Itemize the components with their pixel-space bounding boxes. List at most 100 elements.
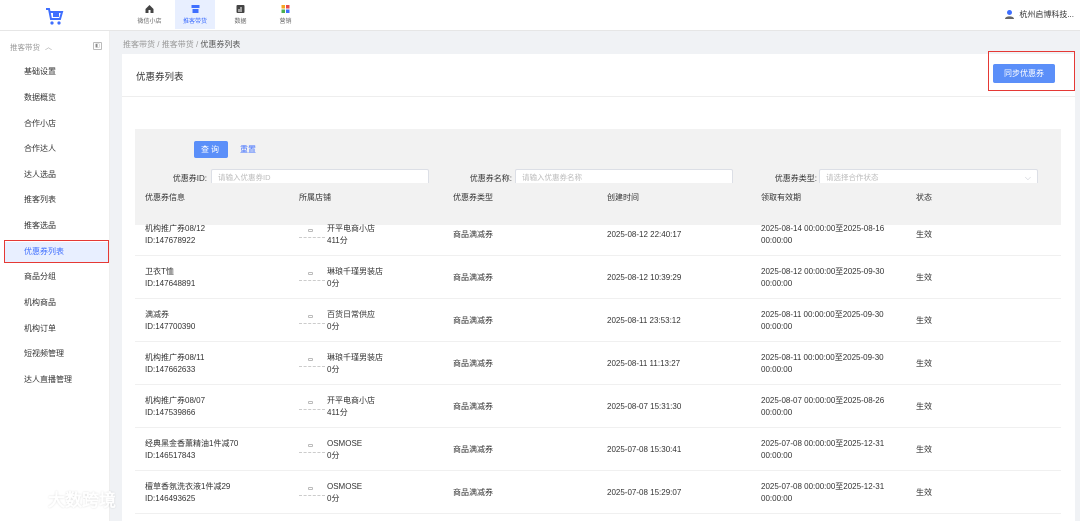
sidebar-item-coupon-list[interactable]: 优惠券列表 — [4, 242, 108, 262]
watermark-logo-icon — [10, 489, 42, 508]
column-header-status: 状态 — [916, 193, 932, 202]
status-text: 生效 — [916, 445, 932, 454]
watermark-text: 大数跨境 — [48, 491, 116, 510]
validity-range: 2025-08-11 00:00:00至2025-09-30 — [761, 310, 884, 319]
coupon-id: ID:147648891 — [145, 279, 196, 288]
coupon-name: 机构推广券08/07 — [145, 396, 206, 405]
validity-range-end: 00:00:00 — [761, 236, 793, 245]
coupon-id: ID:146517843 — [145, 451, 196, 460]
apps-icon — [281, 5, 290, 13]
status-text: 生效 — [916, 230, 932, 239]
shop-name: 琳琅千瑾男装店 — [327, 353, 383, 362]
shop-score: 0分 — [327, 494, 340, 503]
sidebar-item-partner-stores[interactable]: 合作小店 — [0, 114, 109, 134]
main-card: 优惠券列表 同步优惠券 优惠券ID: 请输入优惠券ID 优惠券名称: 请输入优惠… — [122, 54, 1075, 521]
breadcrumb: 推客带货 / 推客带货 / 优惠券列表 — [123, 39, 240, 50]
user-name: 杭州启博科技... — [1019, 10, 1074, 19]
query-button[interactable]: 查询 — [194, 141, 228, 158]
sidebar-group-header[interactable]: 推客带货 ︿ ◧ — [10, 41, 102, 53]
top-bar: 微信小店 推客带货 数据 营销 杭州启博科技... — [0, 0, 1080, 31]
shop-logo — [299, 265, 325, 289]
coupon-type-placeholder: 请选择合作状态 — [826, 173, 879, 182]
validity-range: 2025-08-11 00:00:00至2025-09-30 — [761, 353, 884, 362]
collapse-sidebar-icon[interactable]: ◧ — [93, 42, 102, 50]
coupon-type: 商品满减券 — [453, 402, 493, 411]
table-header: 优惠券信息 所属店铺 优惠券类型 创建时间 领取有效期 状态 — [135, 183, 1061, 212]
shop-logo — [299, 308, 325, 332]
sidebar-item-promoter-selection[interactable]: 推客选品 — [0, 216, 109, 236]
shop-logo — [299, 480, 325, 504]
chevron-up-icon: ︿ — [45, 44, 52, 51]
validity-range: 2025-08-07 00:00:00至2025-08-26 — [761, 396, 885, 405]
sidebar-item-partner-influencers[interactable]: 合作达人 — [0, 139, 109, 159]
column-header-validity: 领取有效期 — [761, 193, 801, 202]
breadcrumb-item[interactable]: 推客带货 — [123, 40, 155, 49]
sidebar-item-basic-settings[interactable]: 基础设置 — [0, 62, 109, 82]
coupon-type: 商品满减券 — [453, 488, 493, 497]
coupon-name: 机构推广券08/11 — [145, 353, 205, 362]
shop-name: 百货日常供应 — [327, 310, 375, 319]
coupon-id: ID:146493625 — [145, 494, 196, 503]
coupon-name: 机构推广券08/12 — [145, 224, 206, 233]
sidebar: 推客带货 ︿ ◧ 基础设置 数据概览 合作小店 合作达人 达人选品 推客列表 推… — [0, 31, 110, 521]
shop-name: OSMOSE — [327, 439, 363, 448]
breadcrumb-current: 优惠券列表 — [200, 40, 241, 49]
sidebar-item-influencer-selection[interactable]: 达人选品 — [0, 165, 109, 185]
coupon-id: ID:147678922 — [145, 236, 196, 245]
shop-score: 0分 — [327, 279, 340, 288]
sidebar-item-data-overview[interactable]: 数据概览 — [0, 88, 109, 108]
topnav-item-marketing[interactable]: 营销 — [270, 0, 301, 29]
sidebar-item-agency-orders[interactable]: 机构订单 — [0, 319, 109, 339]
table-row: 机构推广券08/07 ID:147539866 开平电商小店 411分 商品满减券 202… — [135, 385, 1061, 428]
breadcrumb-separator: / — [157, 40, 160, 49]
shop-score: 0分 — [327, 322, 340, 331]
shop-score: 0分 — [327, 451, 340, 460]
table-row: 机构推广券08/11 ID:147662633 琳琅千瑾男装店 0分 商品满减券 2025… — [135, 342, 1061, 385]
topnav-item-wechat-store[interactable]: 微信小店 — [134, 0, 165, 29]
created-time: 2025-08-11 11:13:27 — [607, 359, 681, 368]
created-time: 2025-07-08 15:30:41 — [607, 445, 682, 454]
sidebar-item-live-stream[interactable]: 达人直播管理 — [0, 370, 109, 390]
shop-name: 开平电商小店 — [327, 224, 375, 233]
table-row: 经典黑金香薰精油1件减70 ID:146517843 OSMOSE 0分 商品满减券 20… — [135, 428, 1061, 471]
table-row: 檀草香氛洗衣液1件减29 ID:146493625 OSMOSE 0分 商品满减券 202… — [135, 471, 1061, 514]
sync-coupons-button[interactable]: 同步优惠券 — [993, 64, 1055, 83]
topnav-label: 数据 — [234, 19, 247, 25]
user-menu[interactable]: 杭州启博科技... — [1004, 9, 1074, 20]
status-text: 生效 — [916, 488, 932, 497]
cart-logo-icon[interactable] — [44, 6, 64, 26]
status-text: 生效 — [916, 316, 932, 325]
sidebar-item-short-video[interactable]: 短视频管理 — [0, 344, 109, 364]
page-title: 优惠券列表 — [136, 72, 184, 83]
created-time: 2025-08-07 15:31:30 — [607, 402, 682, 411]
coupon-name: 经典黑金香薰精油1件减70 — [145, 439, 239, 448]
sidebar-item-product-groups[interactable]: 商品分组 — [0, 267, 109, 287]
created-time: 2025-08-12 10:39:29 — [607, 273, 682, 282]
topnav-item-promoter[interactable]: 推客带货 — [175, 0, 215, 29]
sidebar-group-label: 推客带货 — [10, 42, 40, 52]
coupon-type: 商品满减券 — [453, 445, 493, 454]
topnav-label: 微信小店 — [137, 19, 162, 25]
shop-score: 0分 — [327, 365, 340, 374]
column-header-coupon-info: 优惠券信息 — [145, 193, 185, 202]
shop-name: OSMOSE — [327, 482, 363, 491]
sidebar-item-promoter-list[interactable]: 推客列表 — [0, 190, 109, 210]
shop-logo — [299, 351, 325, 375]
shop-name: 开平电商小店 — [327, 396, 375, 405]
breadcrumb-item[interactable]: 推客带货 — [162, 40, 194, 49]
divider — [122, 96, 1075, 97]
validity-range: 2025-07-08 00:00:00至2025-12-31 — [761, 482, 885, 491]
column-header-created: 创建时间 — [607, 193, 639, 202]
chart-icon — [236, 5, 245, 13]
status-text: 生效 — [916, 402, 932, 411]
reset-button[interactable]: 重置 — [234, 141, 262, 158]
validity-range-end: 00:00:00 — [761, 322, 793, 331]
table-row: 满减券 ID:147700390 百货日常供应 0分 商品满减券 2025-08-11 2… — [135, 299, 1061, 342]
sidebar-item-agency-products[interactable]: 机构商品 — [0, 293, 109, 313]
topnav-item-data[interactable]: 数据 — [225, 0, 256, 29]
validity-range: 2025-08-14 00:00:00至2025-08-16 — [761, 224, 885, 233]
shop-logo — [299, 222, 325, 246]
status-text: 生效 — [916, 273, 932, 282]
validity-range-end: 00:00:00 — [761, 494, 793, 503]
coupon-type: 商品满减券 — [453, 316, 493, 325]
